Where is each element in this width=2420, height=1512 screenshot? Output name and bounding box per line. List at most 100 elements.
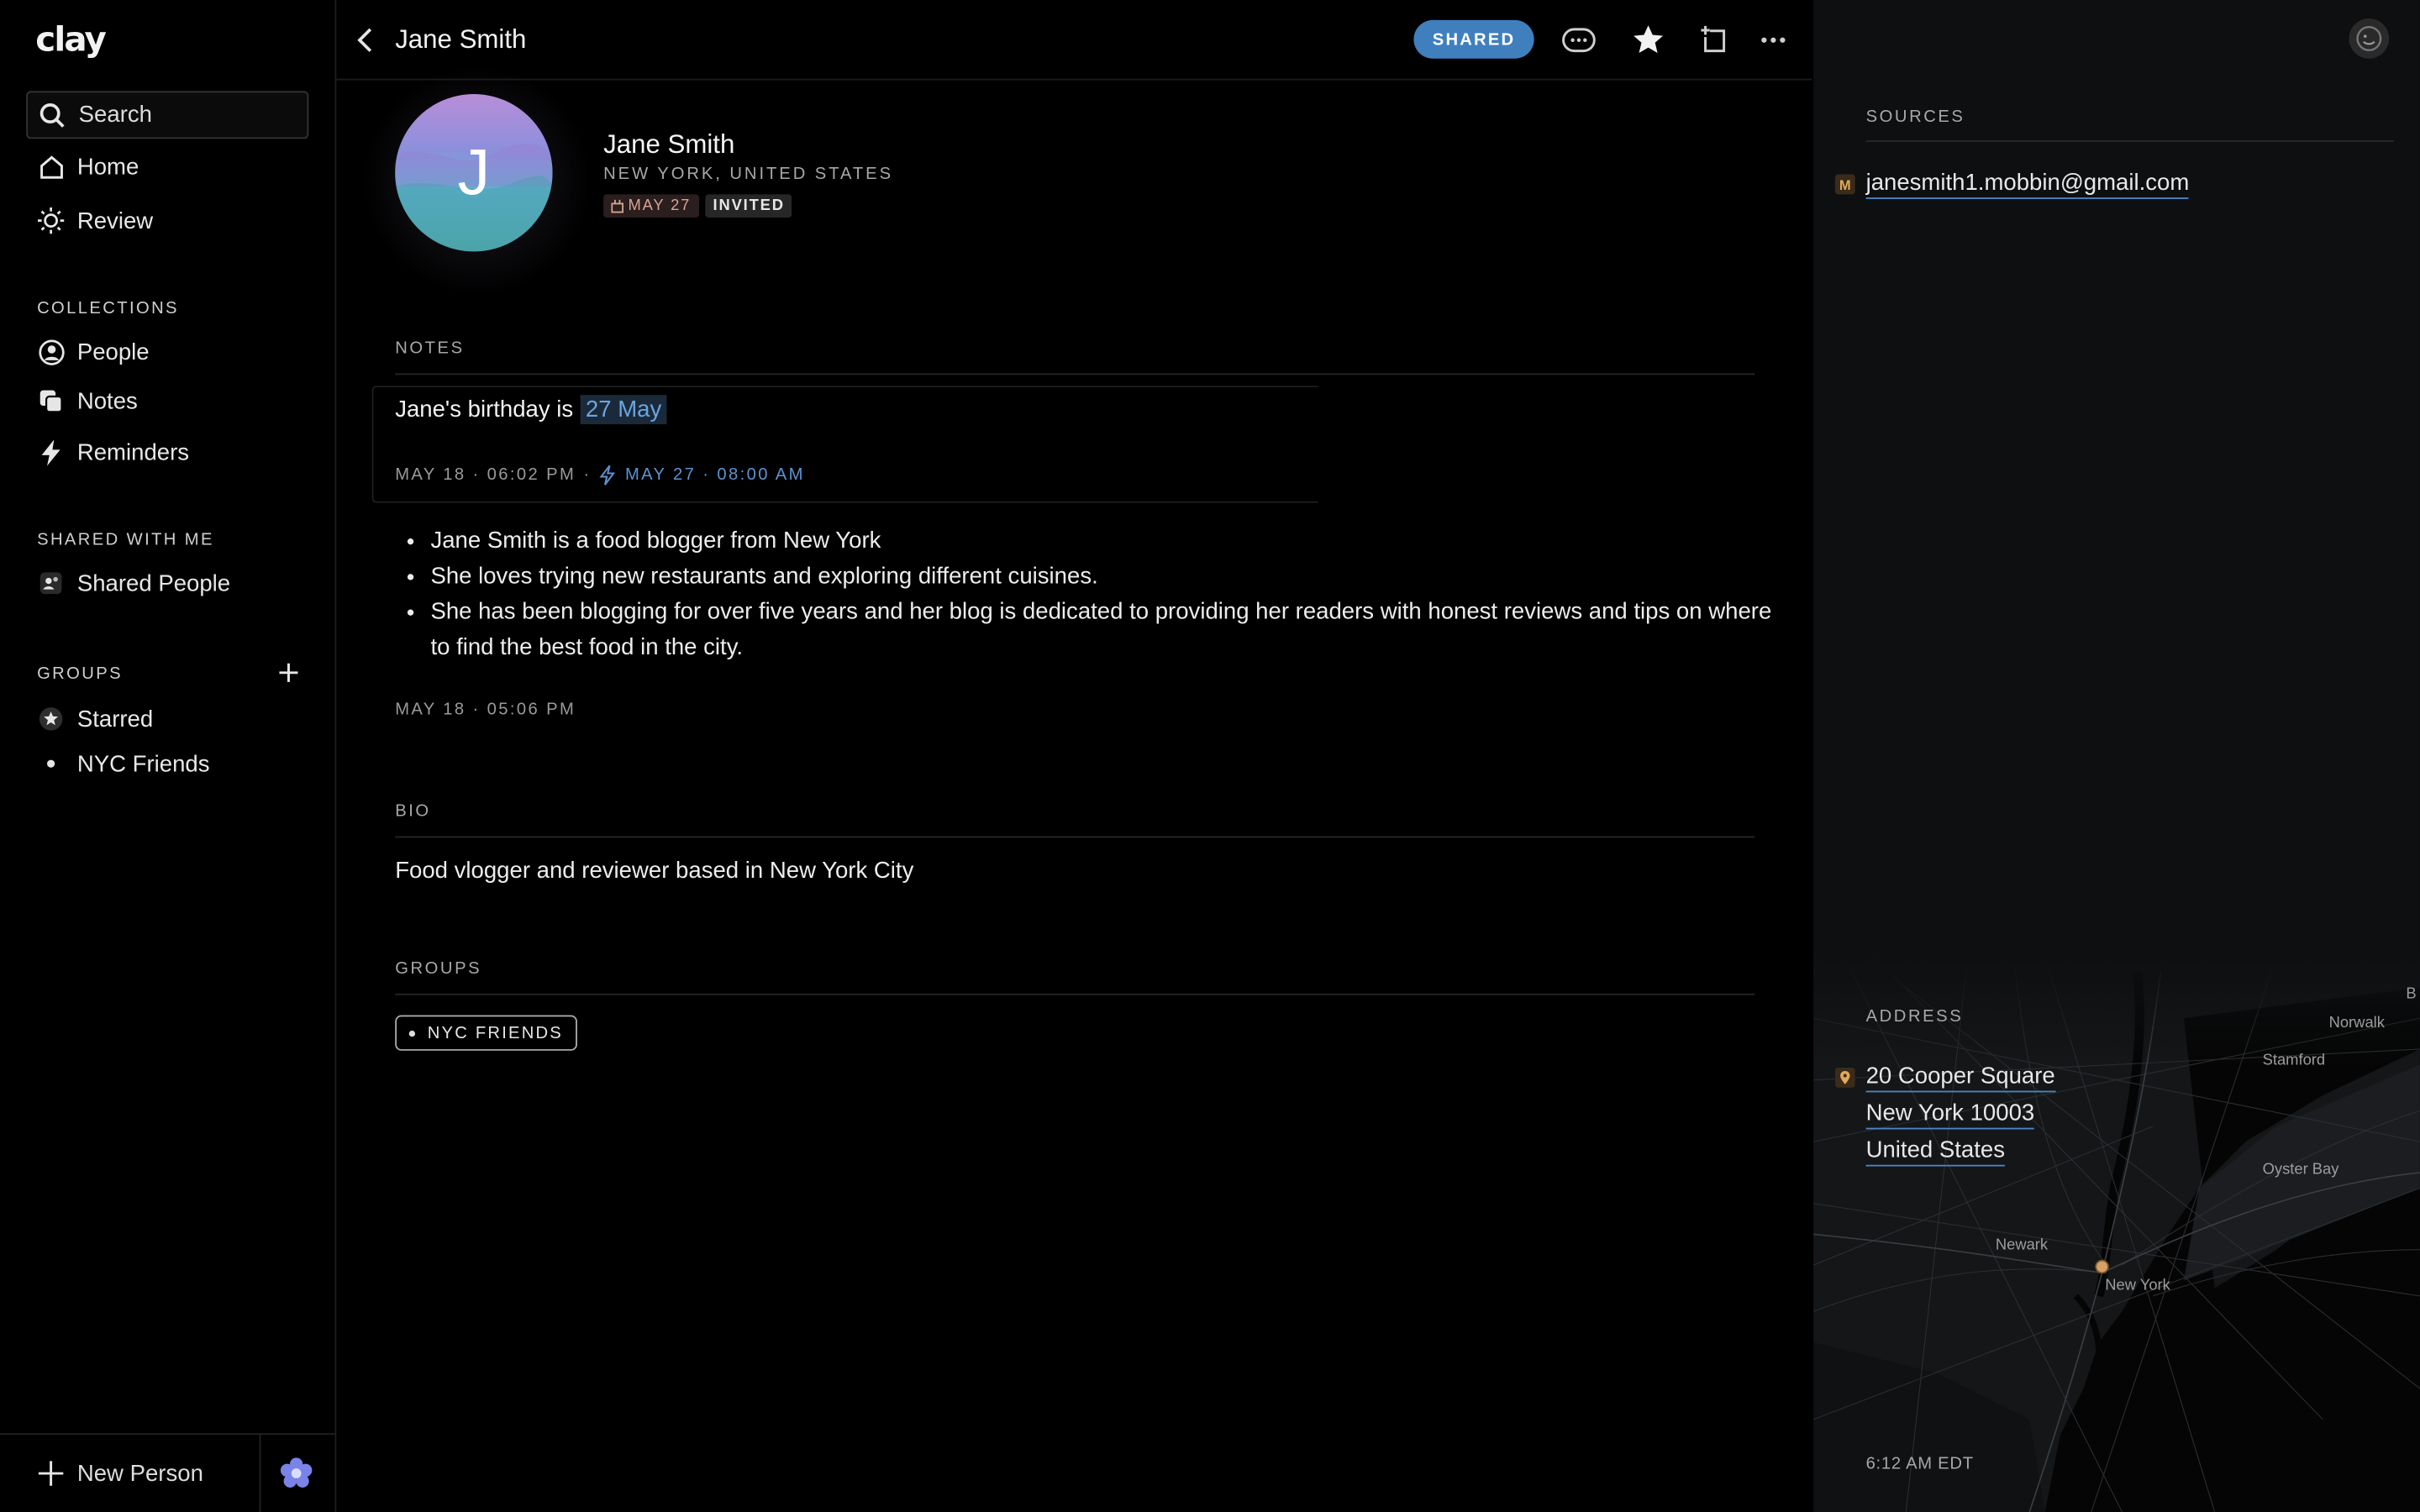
search-input[interactable]: Search <box>26 91 309 139</box>
flower-icon[interactable] <box>279 1457 313 1499</box>
sun-icon <box>37 207 65 234</box>
avatar[interactable]: J <box>395 94 553 252</box>
map-label: New York <box>2105 1277 2170 1294</box>
star-icon[interactable] <box>1630 22 1667 59</box>
plus-icon <box>38 1461 64 1486</box>
chevron-left-icon <box>357 28 372 52</box>
person-detail: Jane Smith SHARED J Jane Smith NEW YORK,… <box>336 0 1812 1512</box>
note-reminder[interactable]: MAY 27 · 08:00 AM <box>599 465 805 486</box>
sidebar-item-label: Starred <box>76 706 154 732</box>
address-line[interactable]: New York 10003 <box>1865 1100 2035 1130</box>
nav-item-review[interactable]: Review <box>37 207 153 234</box>
map-label: Norwalk <box>2328 1015 2385 1032</box>
list-item: She has been blogging for over five year… <box>430 594 1788 664</box>
lightning-icon <box>37 438 65 466</box>
sidebar-item-shared-people[interactable]: Shared People <box>37 570 230 597</box>
groups-heading: GROUPS <box>37 664 123 684</box>
dot-icon <box>408 1029 416 1037</box>
new-person-button[interactable]: New Person <box>0 1435 261 1512</box>
address-item[interactable]: 20 Cooper Square New York 10003 United S… <box>1834 1063 2055 1173</box>
home-icon <box>37 153 65 181</box>
new-person-label: New Person <box>76 1460 203 1487</box>
reminder-bolt-icon <box>599 465 616 486</box>
bio-text[interactable]: Food vlogger and reviewer based in New Y… <box>395 858 913 884</box>
groups-heading: GROUPS <box>395 959 482 979</box>
note-created: MAY 18 · 06:02 PM <box>395 465 576 485</box>
address-line[interactable]: United States <box>1865 1137 2005 1167</box>
sidebar-item-notes[interactable]: Notes <box>37 387 138 415</box>
person-name[interactable]: Jane Smith <box>603 129 734 160</box>
location-pin-icon <box>1834 1067 1855 1088</box>
note-bullet-list[interactable]: Jane Smith is a food blogger from New Yo… <box>402 523 1788 665</box>
collections-heading: COLLECTIONS <box>37 299 179 318</box>
bio-heading: BIO <box>395 802 431 822</box>
search-icon <box>39 102 65 127</box>
page-title: Jane Smith <box>395 24 527 55</box>
sidebar-item-label: NYC Friends <box>76 750 210 777</box>
note-reminder-text: MAY 27 · 08:00 AM <box>624 465 805 485</box>
add-group-button[interactable] <box>276 660 301 685</box>
divider <box>395 836 1755 838</box>
sidebar-item-label: People <box>76 339 150 365</box>
add-to-group-icon[interactable] <box>1697 22 1733 59</box>
birthday-tag-label: MAY 27 <box>628 197 692 215</box>
source-item[interactable]: M janesmith1.mobbin@gmail.com <box>1834 170 2190 199</box>
list-item: Jane Smith is a food blogger from New Yo… <box>430 523 1788 559</box>
sidebar-item-reminders[interactable]: Reminders <box>37 438 189 466</box>
birthday-tag[interactable]: MAY 27 <box>603 194 699 218</box>
note-body: Jane's birthday is <box>395 396 574 423</box>
note-meta: MAY 18 · 05:06 PM <box>395 700 576 719</box>
sidebar-item-label: Notes <box>76 387 138 415</box>
sidebar-item-people[interactable]: People <box>37 338 150 365</box>
date-highlight[interactable]: 27 May <box>581 395 666 425</box>
app-logo[interactable]: clay <box>35 22 107 60</box>
sidebar-item-label: Shared People <box>76 570 231 596</box>
local-time: 6:12 AM EDT <box>1865 1455 1974 1474</box>
note-text[interactable]: Jane's birthday is 27 May <box>395 395 666 425</box>
divider <box>395 373 1755 375</box>
group-chip-nyc-friends[interactable]: NYC FRIENDS <box>395 1015 577 1051</box>
shared-people-icon <box>37 570 65 597</box>
top-bar: Jane Smith SHARED <box>336 0 1812 81</box>
divider <box>1865 140 2394 142</box>
cake-icon <box>611 199 624 213</box>
sidebar-footer: New Person <box>0 1433 335 1512</box>
assistant-face-icon[interactable] <box>2349 18 2390 59</box>
sidebar-item-nyc-friends[interactable]: NYC Friends <box>37 750 210 778</box>
map[interactable] <box>1813 956 2420 1512</box>
nav-item-home[interactable]: Home <box>37 153 139 181</box>
address-heading: ADDRESS <box>1865 1007 1964 1026</box>
details-panel: SOURCES M janesmith1.mobbin@gmail.com B … <box>1813 0 2420 1512</box>
source-email-link[interactable]: janesmith1.mobbin@gmail.com <box>1865 170 2190 199</box>
group-chip-label: NYC FRIENDS <box>427 1023 563 1042</box>
mail-source-icon: M <box>1834 174 1855 195</box>
avatar-initial: J <box>457 135 491 208</box>
dot-icon <box>37 750 65 778</box>
nav-label: Home <box>76 153 139 180</box>
notes-icon <box>37 387 65 415</box>
person-circle-icon <box>37 338 65 365</box>
notes-heading: NOTES <box>395 339 465 359</box>
shared-badge[interactable]: SHARED <box>1413 19 1534 59</box>
star-badge-icon <box>37 705 65 732</box>
note-meta: MAY 18 · 06:02 PM · MAY 27 · 08:00 AM <box>395 465 805 486</box>
shared-heading: SHARED WITH ME <box>37 530 214 549</box>
list-item: She loves trying new restaurants and exp… <box>430 559 1788 594</box>
more-options-icon[interactable] <box>1754 22 1791 59</box>
sidebar-item-starred[interactable]: Starred <box>37 705 153 732</box>
message-icon[interactable] <box>1560 22 1597 59</box>
sidebar: clay Search Home Review COLLECTIONS Peop… <box>0 0 337 1512</box>
back-button[interactable] <box>356 26 375 61</box>
search-label: Search <box>78 102 152 129</box>
person-location: NEW YORK, UNITED STATES <box>603 165 894 184</box>
address-lines[interactable]: 20 Cooper Square New York 10003 United S… <box>1865 1063 2055 1173</box>
address-line[interactable]: 20 Cooper Square <box>1865 1063 2055 1093</box>
meta-separator: · <box>583 465 592 485</box>
divider <box>395 993 1755 995</box>
invited-tag: INVITED <box>705 194 793 218</box>
nav-label: Review <box>76 207 154 234</box>
map-label: Stamford <box>2262 1052 2326 1069</box>
map-label: Newark <box>1995 1237 2049 1255</box>
sources-heading: SOURCES <box>1865 108 1965 127</box>
map-label: Oyster Bay <box>2262 1162 2339 1179</box>
